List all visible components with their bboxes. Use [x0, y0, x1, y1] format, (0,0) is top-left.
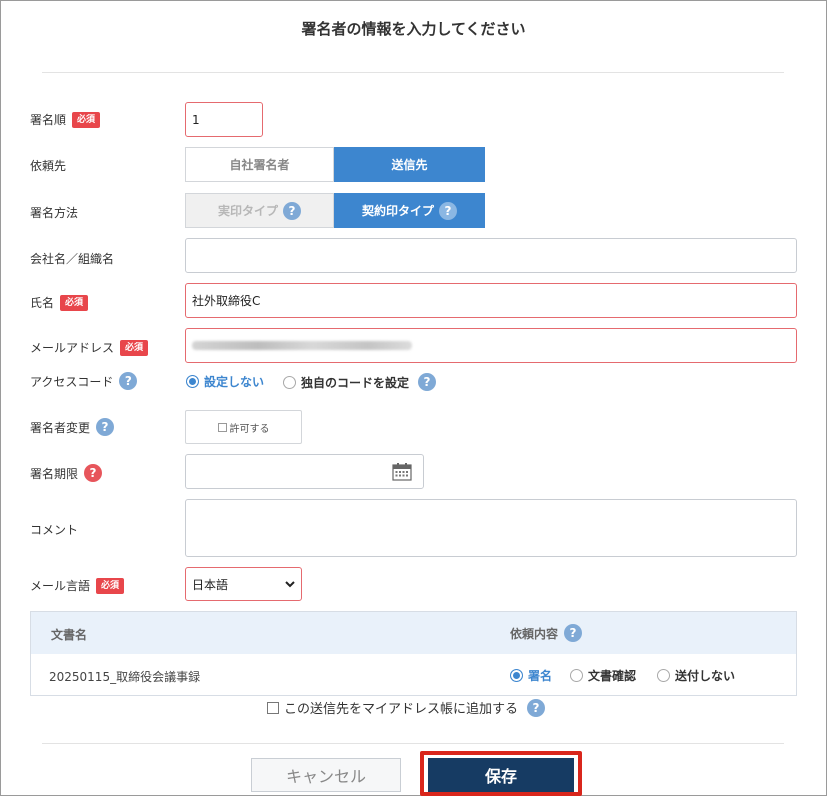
col-header-request: 依頼内容	[510, 626, 559, 641]
dialog-title: 署名者の情報を入力してください	[301, 20, 526, 38]
required-badge: 必須	[60, 294, 89, 311]
company-label: 会社名／組織名	[30, 252, 115, 266]
mail-language-value: 日本語	[192, 577, 229, 592]
access-code-option-custom[interactable]: 独自のコードを設定 ?	[283, 373, 437, 391]
mail-language-select[interactable]: 日本語	[185, 567, 302, 601]
access-code-option-label: 設定しない	[204, 375, 265, 389]
access-code-label: アクセスコード	[30, 374, 114, 389]
access-code-label-row: アクセスコード ?	[30, 372, 138, 390]
help-icon[interactable]: ?	[119, 372, 138, 390]
chevron-down-icon	[285, 580, 295, 587]
required-badge: 必須	[72, 111, 101, 128]
document-table: 文書名 依頼内容 ? 20250115_取締役会議事録 署名 文書確認 送付しな…	[30, 611, 797, 696]
sign-method-label-row: 署名方法	[30, 204, 78, 221]
help-icon[interactable]: ?	[96, 418, 115, 436]
table-row: 20250115_取締役会議事録 署名 文書確認 送付しない	[31, 654, 796, 695]
document-name: 20250115_取締役会議事録	[49, 670, 201, 684]
col-header-document-name: 文書名	[51, 628, 88, 642]
request-to-label: 依頼先	[30, 159, 67, 173]
comment-textarea[interactable]	[185, 499, 797, 557]
allow-change-button[interactable]: 許可する	[185, 410, 302, 444]
comment-label: コメント	[30, 523, 79, 537]
request-option-nosend[interactable]: 送付しない	[657, 667, 735, 684]
deadline-label: 署名期限	[30, 466, 79, 481]
radio-empty-icon	[657, 669, 670, 682]
help-icon[interactable]: ?	[84, 464, 103, 482]
name-input[interactable]: 社外取締役C	[185, 283, 797, 318]
email-input[interactable]	[185, 328, 797, 363]
request-option-label: 送付しない	[675, 669, 736, 683]
request-to-option-recipient[interactable]: 送信先	[334, 147, 485, 182]
request-option-sign[interactable]: 署名	[510, 667, 552, 684]
signer-change-label-row: 署名者変更 ?	[30, 418, 115, 436]
help-icon[interactable]: ?	[527, 698, 546, 717]
mail-language-label: メール言語	[30, 579, 91, 593]
title-divider	[42, 72, 784, 73]
document-table-header	[31, 612, 796, 654]
help-icon[interactable]: ?	[283, 201, 301, 220]
name-label-row: 氏名 必須	[30, 294, 89, 311]
save-button[interactable]: 保存	[428, 758, 574, 792]
access-code-option-label: 独自のコードを設定	[301, 375, 410, 390]
help-icon[interactable]: ?	[439, 201, 457, 220]
order-label-row: 署名順 必須	[30, 111, 101, 128]
request-option-confirm[interactable]: 文書確認	[570, 667, 636, 684]
email-label: メールアドレス	[30, 341, 115, 355]
allow-change-label: 許可する	[229, 423, 270, 435]
order-input[interactable]: 1	[185, 102, 263, 137]
calendar-icon[interactable]	[392, 462, 412, 481]
radio-selected-icon	[510, 669, 523, 682]
radio-empty-icon	[570, 669, 583, 682]
add-to-address-book-label: この送信先をマイアドレス帳に追加する	[284, 702, 519, 717]
checkbox-icon[interactable]	[267, 701, 279, 714]
radio-selected-icon	[186, 375, 199, 388]
signer-change-label: 署名者変更	[30, 420, 91, 435]
deadline-input[interactable]	[185, 454, 424, 489]
sign-method-option-jitsuin[interactable]: 実印タイプ ?	[185, 193, 334, 228]
sign-method-option-label: 実印タイプ	[217, 204, 278, 218]
comment-label-row: コメント	[30, 521, 78, 538]
request-to-label-row: 依頼先	[30, 157, 66, 174]
sign-method-option-label: 契約印タイプ	[361, 204, 434, 218]
radio-empty-icon	[283, 375, 296, 389]
order-label: 署名順	[30, 113, 67, 127]
deadline-label-row: 署名期限 ?	[30, 464, 103, 482]
col-header-request-row: 依頼内容 ?	[510, 624, 583, 642]
add-to-address-book[interactable]: この送信先をマイアドレス帳に追加する ?	[267, 698, 546, 717]
help-icon[interactable]: ?	[418, 373, 437, 391]
cancel-button[interactable]: キャンセル	[251, 758, 401, 792]
required-badge: 必須	[120, 339, 149, 356]
sign-method-option-keiyaku[interactable]: 契約印タイプ ?	[334, 193, 485, 228]
company-label-row: 会社名／組織名	[30, 250, 114, 267]
sign-method-label: 署名方法	[30, 206, 79, 220]
required-badge: 必須	[96, 577, 125, 594]
name-label: 氏名	[30, 296, 55, 310]
email-label-row: メールアドレス 必須	[30, 339, 149, 356]
request-option-label: 署名	[528, 669, 553, 683]
request-to-option-internal[interactable]: 自社署名者	[185, 147, 334, 182]
checkbox-icon	[217, 422, 227, 432]
mail-language-label-row: メール言語 必須	[30, 577, 125, 594]
request-option-label: 文書確認	[588, 669, 637, 683]
email-value-blurred	[192, 341, 412, 350]
access-code-option-none[interactable]: 設定しない	[186, 373, 264, 390]
help-icon[interactable]: ?	[564, 624, 583, 642]
company-input[interactable]	[185, 238, 797, 273]
footer-divider	[42, 743, 784, 744]
